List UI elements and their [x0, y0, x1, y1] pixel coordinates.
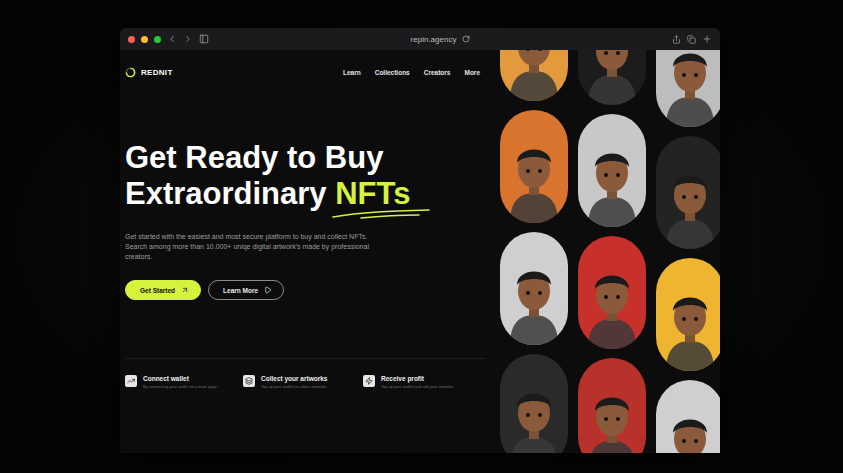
- underline-swoosh-icon: [331, 208, 431, 220]
- gallery-column: [656, 50, 720, 453]
- nav-item[interactable]: Learn: [343, 69, 361, 76]
- feature-title: Collect your artworks: [261, 375, 327, 382]
- hero-buttons: Get Started Learn More: [125, 280, 498, 300]
- title-line: Get Ready to Buy: [125, 140, 498, 176]
- stage: repin.agency REDNIT Learn Collections Creato…: [0, 0, 843, 473]
- lightning-icon: [365, 377, 373, 385]
- gallery-column: [578, 50, 646, 453]
- browser-window: repin.agency REDNIT Learn Collections Creato…: [120, 28, 720, 453]
- avatar-figure-icon: [660, 157, 720, 249]
- hero-description: Get started with the easiest and most se…: [125, 232, 383, 262]
- share-icon[interactable]: [672, 35, 681, 44]
- avatar-figure-icon: [504, 131, 564, 223]
- avatar-figure-icon: [582, 257, 642, 349]
- hero-title: Get Ready to BuyExtraordinary NFTs: [125, 140, 498, 212]
- logo-text: REDNIT: [141, 68, 173, 77]
- gallery-column: [500, 50, 568, 453]
- site-header: REDNIT Learn Collections Creators More: [125, 67, 498, 78]
- nft-card[interactable]: [500, 50, 568, 101]
- feature-item: Collect your artworks Top up your wallet …: [243, 375, 363, 389]
- feature-subtitle: Top up your wallet to collect artworks: [261, 384, 327, 389]
- close-button[interactable]: [128, 36, 135, 43]
- stack-icon: [245, 377, 253, 385]
- avatar-figure-icon: [660, 50, 720, 127]
- divider: [125, 358, 486, 359]
- nav-item[interactable]: More: [464, 69, 480, 76]
- nft-card[interactable]: [578, 236, 646, 349]
- avatar-figure-icon: [504, 375, 564, 453]
- hero-column: REDNIT Learn Collections Creators More Get Re…: [120, 50, 498, 453]
- feature-text: Connect wallet By connecting your wallet …: [143, 375, 217, 389]
- feature-subtitle: By connecting your wallet on a main page: [143, 384, 217, 389]
- nft-card[interactable]: [500, 354, 568, 453]
- avatar-figure-icon: [504, 253, 564, 345]
- avatar-figure-icon: [582, 379, 642, 453]
- play-icon: [264, 286, 272, 294]
- avatar-figure-icon: [582, 135, 642, 227]
- feature-icon-box: [125, 375, 137, 387]
- nft-card[interactable]: [578, 50, 646, 105]
- feature-icon-box: [243, 375, 255, 387]
- avatar-figure-icon: [660, 279, 720, 371]
- page-content: REDNIT Learn Collections Creators More Get Re…: [120, 50, 720, 453]
- nft-card[interactable]: [578, 114, 646, 227]
- feature-text: Receive profit Top up your wallet and sel…: [381, 375, 453, 389]
- title-highlight: NFTs: [335, 176, 410, 212]
- title-line: Extraordinary NFTs: [125, 176, 498, 212]
- minimize-button[interactable]: [141, 36, 148, 43]
- features-row: Connect wallet By connecting your wallet …: [125, 359, 498, 389]
- new-tab-icon[interactable]: [702, 34, 712, 44]
- url-text: repin.agency: [411, 35, 457, 44]
- arrow-up-right-icon: [181, 286, 189, 294]
- nft-card[interactable]: [656, 136, 720, 249]
- chart-icon: [127, 377, 135, 385]
- feature-title: Receive profit: [381, 375, 453, 382]
- feature-icon-box: [363, 375, 375, 387]
- browser-title-bar: repin.agency: [120, 28, 720, 50]
- nft-card[interactable]: [656, 258, 720, 371]
- feature-item: Connect wallet By connecting your wallet …: [125, 375, 243, 389]
- nft-card[interactable]: [500, 110, 568, 223]
- main-nav: Learn Collections Creators More: [343, 69, 480, 76]
- nft-gallery: [498, 50, 720, 453]
- avatar-figure-icon: [660, 401, 720, 453]
- nft-card[interactable]: [656, 50, 720, 127]
- tabs-icon[interactable]: [687, 35, 696, 44]
- feature-title: Connect wallet: [143, 375, 217, 382]
- learn-more-button[interactable]: Learn More: [208, 280, 284, 300]
- avatar-figure-icon: [504, 50, 564, 101]
- logo-ring-icon: [125, 67, 136, 78]
- sidebar-icon[interactable]: [199, 34, 209, 44]
- nft-card[interactable]: [656, 380, 720, 453]
- forward-icon[interactable]: [183, 34, 193, 44]
- feature-subtitle: Top up your wallet and sell your artwork…: [381, 384, 453, 389]
- nft-card[interactable]: [500, 232, 568, 345]
- reload-icon[interactable]: [462, 35, 470, 43]
- feature-text: Collect your artworks Top up your wallet …: [261, 375, 327, 389]
- logo[interactable]: REDNIT: [125, 67, 173, 78]
- back-icon[interactable]: [167, 34, 177, 44]
- nav-item[interactable]: Collections: [375, 69, 410, 76]
- avatar-figure-icon: [582, 50, 642, 105]
- get-started-button[interactable]: Get Started: [125, 280, 201, 300]
- zoom-button[interactable]: [154, 36, 161, 43]
- nav-item[interactable]: Creators: [424, 69, 451, 76]
- nft-card[interactable]: [578, 358, 646, 453]
- address-bar[interactable]: repin.agency: [215, 35, 666, 44]
- feature-item: Receive profit Top up your wallet and sel…: [363, 375, 498, 389]
